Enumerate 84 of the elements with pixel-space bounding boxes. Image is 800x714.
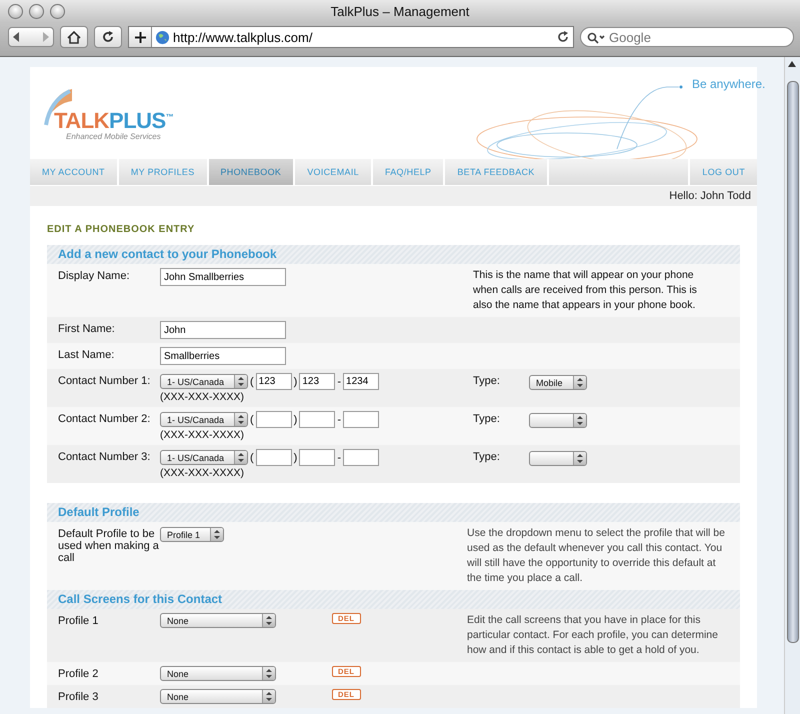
text-field[interactable]: John Smallberries — [160, 268, 286, 286]
stepper-arrows-icon — [577, 378, 583, 387]
zoom-window-button[interactable] — [50, 4, 65, 18]
section-header: Call Screens for this Contact — [47, 590, 740, 609]
field-label: Display Name: — [58, 269, 131, 284]
prefix-field[interactable]: 123 — [299, 373, 336, 390]
minimize-window-button[interactable] — [29, 4, 44, 18]
help-text: This is the name that will appear on your phone when calls are received from this person. This is also the name that appears in your phone book. — [473, 268, 698, 313]
stepper-arrows-icon — [238, 415, 244, 424]
stepper-arrows-icon — [214, 530, 220, 539]
field-label: Profile 3 — [58, 690, 100, 704]
field-label: Profile 2 — [58, 667, 100, 681]
window-title: TalkPlus – Management — [330, 4, 470, 18]
plus-icon — [134, 32, 146, 42]
field-label: Type: — [473, 451, 499, 465]
page-title: EDIT A PHONEBOOK ENTRY — [46, 223, 196, 237]
line-number-field[interactable] — [343, 449, 380, 466]
call-screen-select[interactable]: None — [160, 613, 276, 628]
help-text: Edit the call screens that you have in place for this particular contact. For each profile, you can determine how and if this contact is able to get a hold of you. — [467, 613, 719, 658]
call-screen-select[interactable]: None — [160, 666, 276, 681]
close-window-button[interactable] — [8, 4, 23, 18]
field-label: Default Profile to be used when making a call — [58, 527, 160, 566]
field-label: Contact Number 2: — [58, 412, 152, 427]
separator: - — [336, 452, 342, 464]
stepper-arrows-icon — [266, 669, 272, 678]
text-field[interactable]: Smallberries — [160, 347, 286, 365]
section-header: Default Profile — [47, 503, 740, 522]
search-field[interactable]: Google — [580, 27, 794, 47]
profile-select[interactable]: Profile 1 — [160, 527, 224, 542]
stepper-arrows-icon — [266, 692, 272, 701]
stepper-arrows-icon — [266, 616, 272, 625]
type-select[interactable] — [529, 451, 587, 466]
area-code-field[interactable] — [256, 411, 292, 428]
type-select[interactable] — [529, 413, 587, 428]
home-icon — [67, 30, 81, 44]
home-button[interactable] — [60, 26, 88, 48]
prefix-field[interactable] — [299, 449, 336, 466]
greeting: Hello: John Todd — [669, 190, 751, 202]
scrollbar[interactable] — [784, 57, 800, 714]
separator: - — [336, 376, 342, 388]
help-text: Use the dropdown menu to select the profile that will be used as the default whenever you call this contact. You will still have the opportunity to override this default at the time you place a call. — [467, 526, 726, 586]
area-code-field[interactable]: 123 — [256, 373, 292, 390]
separator: ) — [292, 414, 298, 426]
format-hint: (XXX-XXX-XXXX) — [160, 391, 246, 403]
separator: - — [336, 414, 342, 426]
separator: ( — [249, 452, 255, 464]
stepper-arrows-icon — [577, 454, 583, 463]
type-select[interactable]: Mobile — [529, 375, 587, 390]
country-select[interactable]: 1- US/Canada — [160, 450, 248, 465]
stepper-arrows-icon — [577, 416, 583, 425]
format-hint: (XXX-XXX-XXXX) — [160, 429, 246, 441]
field-label: Type: — [473, 375, 499, 389]
field-label: Contact Number 3: — [58, 450, 152, 465]
field-label: Last Name: — [58, 348, 116, 363]
prefix-field[interactable] — [299, 411, 336, 428]
slogan: Be anywhere. — [692, 77, 766, 91]
field-label: Profile 1 — [58, 614, 100, 629]
separator: ( — [249, 414, 255, 426]
logo-wordmark: TALKPLUS$^{™}$ — [54, 110, 174, 132]
reload-icon[interactable] — [557, 31, 569, 43]
area-code-field[interactable] — [256, 449, 292, 466]
reload-icon — [102, 31, 114, 43]
text-field[interactable]: John — [160, 321, 286, 339]
call-screen-select[interactable]: None — [160, 689, 276, 704]
reload-button[interactable] — [94, 26, 122, 48]
separator: ) — [292, 452, 298, 464]
globe-icon — [155, 30, 170, 44]
stepper-arrows-icon — [238, 453, 244, 462]
separator: ( — [249, 376, 255, 388]
line-number-field[interactable]: 1234 — [343, 373, 380, 390]
add-bookmark-button[interactable] — [129, 27, 152, 47]
stepper-arrows-icon — [238, 377, 244, 386]
scroll-up-icon[interactable] — [788, 61, 796, 67]
section-header: Add a new contact to your Phonebook — [47, 245, 740, 264]
address-bar[interactable]: http://www.talkplus.com/ — [128, 26, 574, 48]
line-number-field[interactable] — [343, 411, 380, 428]
country-select[interactable]: 1- US/Canada — [160, 374, 248, 389]
field-label: First Name: — [58, 322, 116, 337]
field-label: Contact Number 1: — [58, 374, 152, 389]
field-label: Type: — [473, 413, 499, 427]
country-select[interactable]: 1- US/Canada — [160, 412, 248, 427]
format-hint: (XXX-XXX-XXXX) — [160, 467, 246, 479]
separator: ) — [292, 376, 298, 388]
logo-tagline: Enhanced Mobile Services — [66, 132, 162, 141]
